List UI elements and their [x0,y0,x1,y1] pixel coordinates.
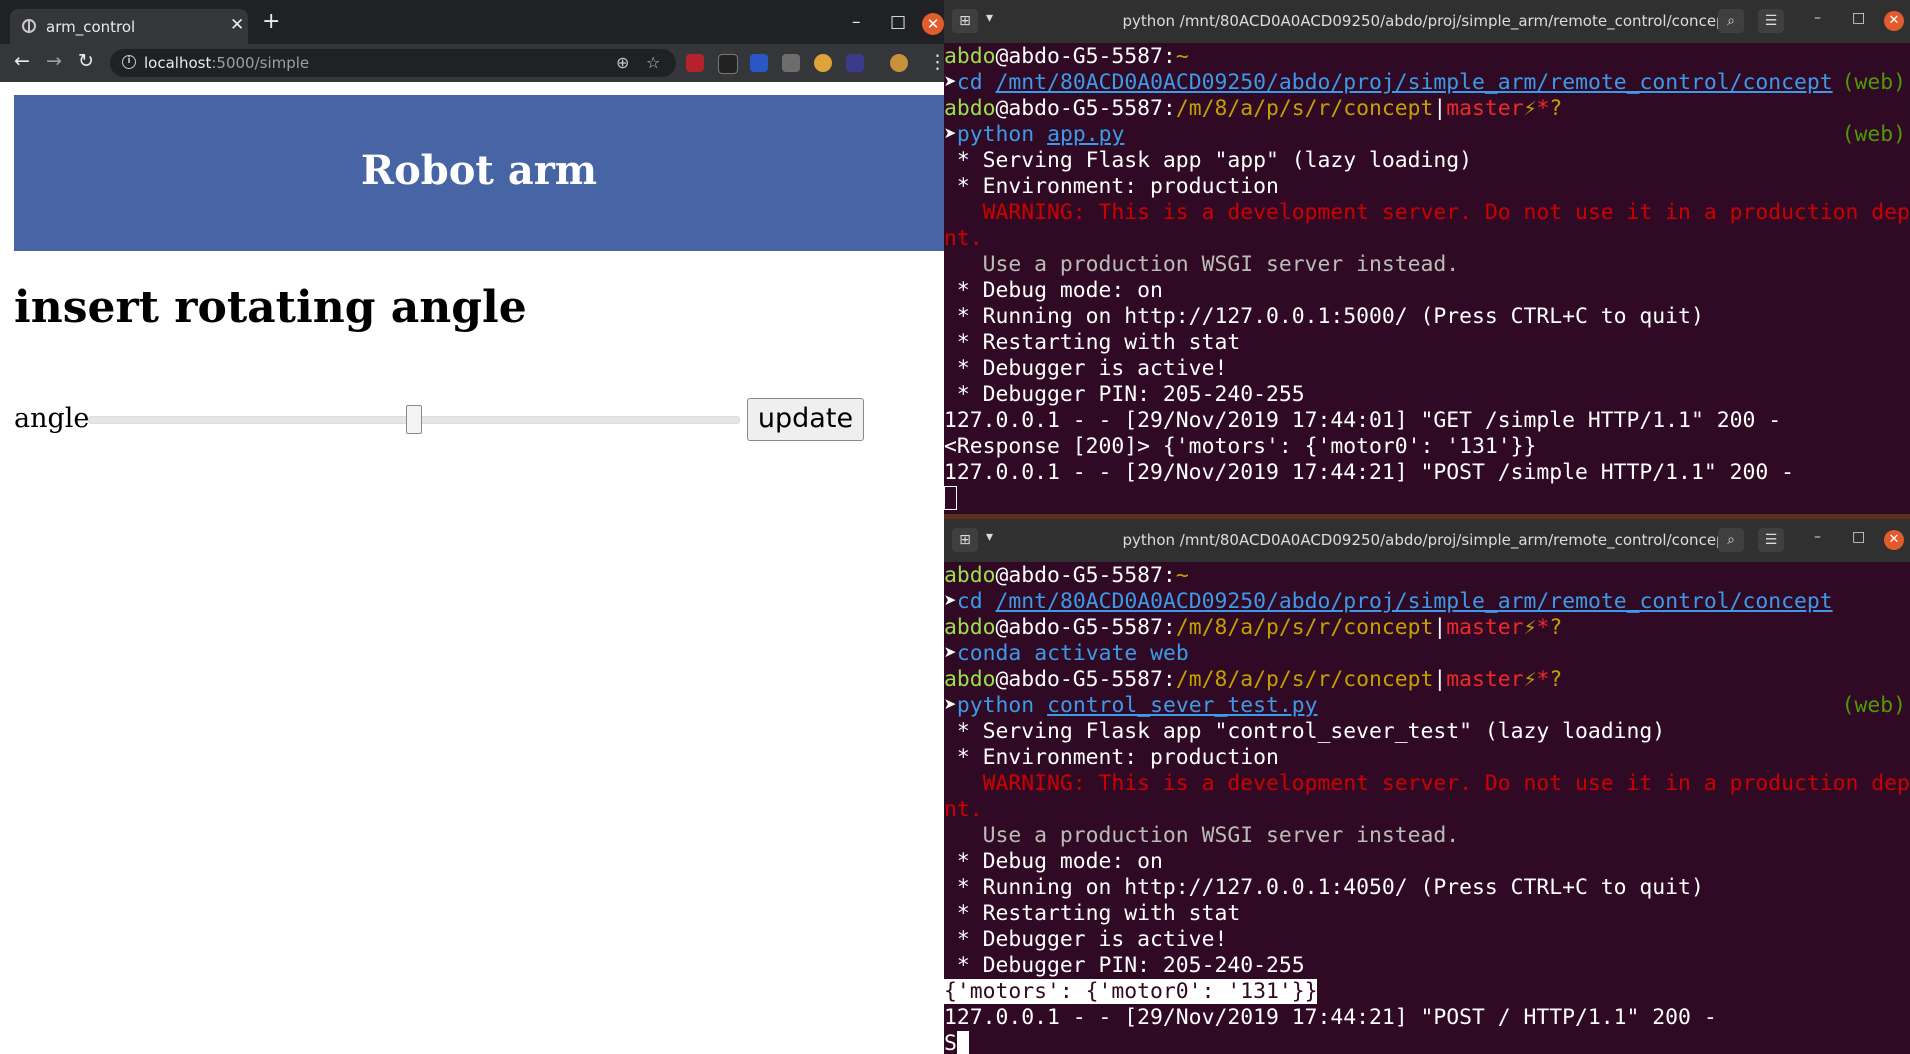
terminal-line [944,486,1910,512]
extension-icon[interactable] [686,54,704,72]
terminal-line: * Debugger is active! [944,927,1228,952]
tab-close-icon[interactable]: ✕ [230,15,244,35]
terminal-cursor [956,1031,969,1054]
terminal-line: * Restarting with stat [944,901,1241,926]
minimize-icon[interactable]: – [1814,10,1821,26]
terminal-line: {'motors': {'motor0': '131'}} [944,979,1910,1005]
terminal-line: * Debugger PIN: 205-240-255 [944,953,1305,978]
terminal-line: * Environment: production [944,745,1279,770]
terminal-warning: nt. [944,797,983,822]
back-icon[interactable]: ← [14,50,30,72]
terminal-line: 127.0.0.1 - - [29/Nov/2019 17:44:21] "PO… [944,460,1794,485]
terminal-line: * Running on http://127.0.0.1:5000/ (Pre… [944,304,1704,329]
page-heading: insert rotating angle [14,282,527,333]
page-banner: Robot arm [14,95,944,251]
terminal-line: * Environment: production [944,174,1279,199]
maximize-icon[interactable]: □ [1852,529,1865,545]
terminal-window-bottom: ⊞ ▾ python /mnt/80ACD0A0ACD09250/abdo/pr… [944,519,1910,1054]
extension-icon[interactable] [718,54,738,74]
terminal-line: * Debug mode: on [944,849,1163,874]
extension-icon[interactable] [750,54,768,72]
angle-slider-thumb[interactable] [406,405,422,434]
minimize-icon[interactable]: – [852,12,861,32]
terminal-line: * Debug mode: on [944,278,1163,303]
close-icon[interactable]: ✕ [1884,11,1904,31]
terminal-line: * Serving Flask app "control_sever_test"… [944,719,1666,744]
tab-strip: arm_control ✕ + – □ ✕ [0,0,944,44]
site-info-icon[interactable]: i [122,55,136,69]
terminal-line: ➤python control_sever_test.py (web) [944,693,1906,718]
window-close-icon[interactable]: ✕ [922,13,944,35]
terminal-line: ➤cd /mnt/80ACD0A0ACD09250/abdo/proj/simp… [944,70,1906,95]
globe-icon [22,19,36,33]
terminal-line: ➤conda activate web [944,641,1189,666]
search-icon[interactable]: ⌕ [1718,9,1744,33]
terminal-line: abdo@abdo-G5-5587:/m/8/a/p/s/r/concept|m… [944,615,1563,640]
terminal-line: Use a production WSGI server instead. [944,823,1460,848]
reload-icon[interactable]: ↻ [78,50,94,72]
terminal-line: * Running on http://127.0.0.1:4050/ (Pre… [944,875,1704,900]
minimize-icon[interactable]: – [1814,529,1821,545]
terminal-line: ➤cd /mnt/80ACD0A0ACD09250/abdo/proj/simp… [944,589,1833,614]
address-bar[interactable]: i localhost:5000/simple ⊕ ☆ [110,49,676,77]
terminal-line: * Serving Flask app "app" (lazy loading) [944,148,1473,173]
banner-title: Robot arm [360,147,598,194]
terminal-window-top: ⊞ ▾ python /mnt/80ACD0A0ACD09250/abdo/pr… [944,0,1910,514]
terminal-output[interactable]: abdo@abdo-G5-5587:~ ➤cd /mnt/80ACD0A0ACD… [944,44,1910,512]
page-content: Robot arm insert rotating angle angle up… [0,82,944,1054]
terminal-line: * Debugger PIN: 205-240-255 [944,382,1305,407]
terminal-line: ➤python app.py (web) [944,122,1906,147]
maximize-icon[interactable]: □ [1852,10,1865,26]
terminal-warning: WARNING: This is a development server. D… [944,200,1910,225]
terminal-header: ⊞ ▾ python /mnt/80ACD0A0ACD09250/abdo/pr… [944,0,1910,43]
terminal-warning: WARNING: This is a development server. D… [944,771,1910,796]
new-tab-button[interactable]: + [262,11,280,33]
bookmark-star-icon[interactable]: ☆ [646,53,660,72]
terminal-cursor [944,486,957,510]
hamburger-menu-icon[interactable]: ☰ [1758,9,1784,33]
extension-icon[interactable] [846,54,864,72]
tab-title: arm_control [46,18,136,36]
terminal-output[interactable]: abdo@abdo-G5-5587:~ ➤cd /mnt/80ACD0A0ACD… [944,563,1910,1054]
angle-label: angle [14,403,90,434]
profile-avatar[interactable] [890,54,908,72]
zoom-icon[interactable]: ⊕ [616,53,629,72]
terminal-line: abdo@abdo-G5-5587:/m/8/a/p/s/r/concept|m… [944,667,1563,692]
terminal-header: ⊞ ▾ python /mnt/80ACD0A0ACD09250/abdo/pr… [944,519,1910,562]
terminal-line: Use a production WSGI server instead. [944,252,1460,277]
browser-toolbar: ← → ↻ i localhost:5000/simple ⊕ ☆ ⋮ [0,44,944,82]
terminal-line: abdo@abdo-G5-5587:~ [944,44,1189,69]
hamburger-menu-icon[interactable]: ☰ [1758,528,1784,552]
extension-icon[interactable] [814,54,832,72]
terminal-line: S [944,1031,1910,1054]
terminal-warning: nt. [944,226,983,251]
close-icon[interactable]: ✕ [1884,530,1904,550]
browser-window: arm_control ✕ + – □ ✕ ← → ↻ i localhost:… [0,0,944,1054]
terminal-line: 127.0.0.1 - - [29/Nov/2019 17:44:01] "GE… [944,408,1782,433]
tab-arm-control[interactable]: arm_control ✕ [10,9,248,44]
update-button[interactable]: update [747,398,864,441]
search-icon[interactable]: ⌕ [1718,528,1744,552]
selected-payload: {'motors': {'motor0': '131'}} [944,979,1318,1004]
terminal-line: <Response [200]> {'motors': {'motor0': '… [944,434,1537,459]
forward-icon[interactable]: → [46,50,62,72]
terminal-line: abdo@abdo-G5-5587:~ [944,563,1189,588]
extension-icon[interactable] [782,54,800,72]
maximize-icon[interactable]: □ [890,12,906,32]
terminal-line: * Restarting with stat [944,330,1241,355]
terminal-line: 127.0.0.1 - - [29/Nov/2019 17:44:21] "PO… [944,1005,1717,1030]
browser-menu-icon[interactable]: ⋮ [928,51,944,73]
address-url: localhost:5000/simple [144,54,310,72]
terminal-line: abdo@abdo-G5-5587:/m/8/a/p/s/r/concept|m… [944,96,1563,121]
terminal-line: * Debugger is active! [944,356,1228,381]
